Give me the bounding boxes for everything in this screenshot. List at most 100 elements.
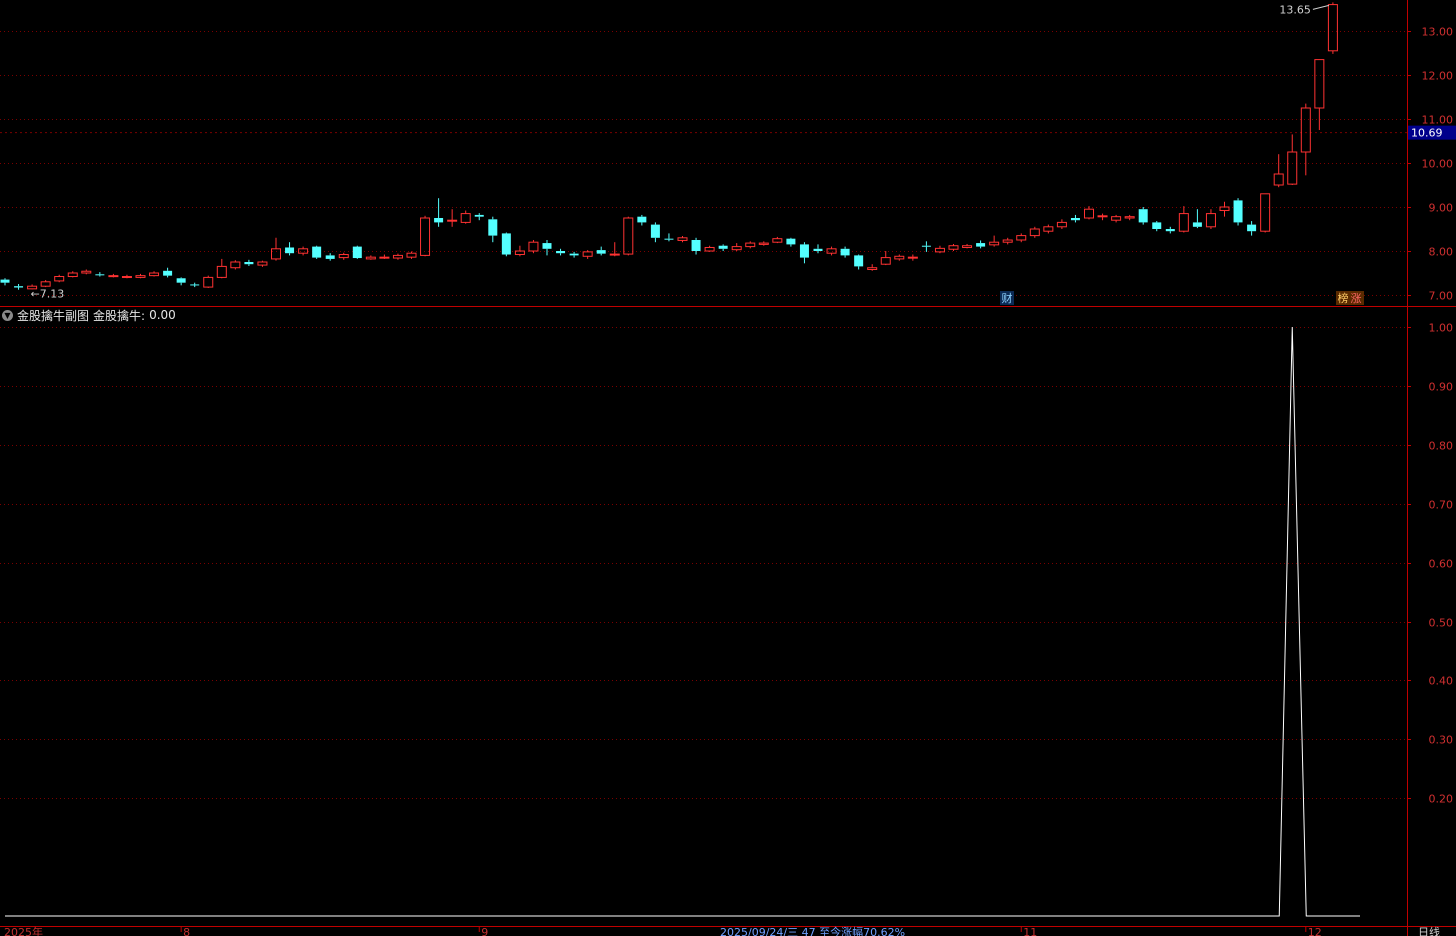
- candle[interactable]: [1138, 207, 1148, 225]
- candle[interactable]: [1233, 198, 1243, 226]
- candle[interactable]: [257, 260, 268, 267]
- candle[interactable]: [731, 243, 742, 251]
- candle[interactable]: [867, 264, 878, 271]
- candle[interactable]: [392, 253, 403, 260]
- candle[interactable]: [718, 244, 728, 251]
- candle[interactable]: [474, 213, 484, 221]
- candle[interactable]: [921, 241, 931, 252]
- candle[interactable]: [271, 237, 281, 261]
- candle[interactable]: [1056, 219, 1067, 229]
- candle[interactable]: [203, 275, 214, 288]
- candle[interactable]: [1097, 213, 1108, 221]
- candle[interactable]: [1124, 214, 1135, 221]
- candle[interactable]: [406, 251, 417, 259]
- candle[interactable]: [514, 245, 525, 257]
- candle[interactable]: [1247, 221, 1257, 236]
- candle[interactable]: [1192, 209, 1202, 229]
- period-label[interactable]: 日线: [1418, 925, 1440, 936]
- candle[interactable]: [934, 245, 945, 254]
- candle[interactable]: [1070, 214, 1080, 223]
- candle[interactable]: [1219, 201, 1230, 217]
- candle[interactable]: [338, 252, 349, 260]
- candle[interactable]: [1287, 134, 1298, 185]
- candle[interactable]: [312, 245, 322, 259]
- candle[interactable]: [880, 251, 891, 266]
- candle[interactable]: [799, 242, 809, 264]
- candle[interactable]: [1002, 237, 1013, 245]
- candle[interactable]: [840, 246, 850, 258]
- candle[interactable]: [1178, 206, 1189, 233]
- candle[interactable]: [244, 259, 254, 266]
- candle[interactable]: [1205, 209, 1216, 229]
- candle[interactable]: [135, 273, 146, 279]
- candle[interactable]: [637, 214, 647, 226]
- candle[interactable]: [542, 240, 552, 256]
- candle[interactable]: [1111, 214, 1122, 223]
- candle[interactable]: [1084, 206, 1094, 220]
- candle[interactable]: [1165, 226, 1175, 234]
- candle[interactable]: [664, 233, 674, 242]
- candle[interactable]: [447, 209, 458, 227]
- candle[interactable]: [528, 240, 539, 254]
- candle[interactable]: [582, 250, 593, 259]
- candle[interactable]: [163, 267, 173, 278]
- candle[interactable]: [298, 246, 309, 256]
- candle[interactable]: [230, 260, 241, 270]
- candle[interactable]: [894, 254, 905, 261]
- candle[interactable]: [365, 255, 376, 260]
- candle[interactable]: [596, 246, 606, 256]
- candle[interactable]: [95, 272, 105, 277]
- candle[interactable]: [962, 243, 973, 249]
- candle[interactable]: [40, 280, 51, 288]
- candle[interactable]: [677, 236, 688, 243]
- candle[interactable]: [149, 271, 160, 277]
- stock-chart[interactable]: 财 榜 涨 2025年 2025/09/24/三 47 至今涨幅70.62% 日…: [0, 0, 1456, 936]
- candle[interactable]: [1016, 233, 1027, 243]
- candle[interactable]: [81, 269, 92, 275]
- candle[interactable]: [745, 241, 756, 249]
- candle[interactable]: [854, 254, 864, 270]
- candle[interactable]: [434, 198, 444, 227]
- up-badge-text[interactable]: 涨: [1351, 292, 1362, 305]
- candle[interactable]: [907, 254, 918, 261]
- candle[interactable]: [14, 284, 24, 290]
- candle[interactable]: [420, 215, 431, 257]
- candle[interactable]: [488, 216, 498, 243]
- candle[interactable]: [352, 245, 362, 259]
- rank-badge-text[interactable]: 榜: [1338, 291, 1349, 305]
- candle[interactable]: [786, 237, 796, 247]
- candle[interactable]: [501, 232, 511, 257]
- candle[interactable]: [176, 277, 186, 286]
- candle[interactable]: [1043, 224, 1054, 234]
- candle[interactable]: [1300, 103, 1311, 176]
- candle[interactable]: [623, 216, 634, 256]
- candle[interactable]: [0, 278, 10, 286]
- candle[interactable]: [948, 243, 959, 251]
- chevron-down-icon[interactable]: ▼: [2, 309, 13, 321]
- candle[interactable]: [216, 258, 227, 279]
- candle[interactable]: [976, 240, 986, 249]
- candle[interactable]: [1152, 221, 1162, 232]
- candle[interactable]: [772, 236, 783, 244]
- candle[interactable]: [758, 241, 769, 246]
- candle[interactable]: [609, 242, 620, 257]
- fin-badge-text[interactable]: 财: [1002, 291, 1013, 305]
- candle[interactable]: [54, 274, 65, 283]
- candle[interactable]: [108, 273, 119, 278]
- candle[interactable]: [569, 251, 579, 258]
- candle[interactable]: [190, 282, 200, 288]
- candle[interactable]: [121, 274, 132, 279]
- candle[interactable]: [285, 242, 295, 256]
- candle[interactable]: [556, 248, 566, 256]
- candle[interactable]: [704, 245, 715, 252]
- candle[interactable]: [67, 271, 78, 278]
- candle[interactable]: [1327, 2, 1338, 54]
- candle[interactable]: [379, 254, 390, 259]
- indicator-name[interactable]: 金股擒牛副图: [17, 307, 89, 324]
- candle[interactable]: [691, 237, 701, 255]
- candle[interactable]: [325, 253, 335, 261]
- candle[interactable]: [650, 222, 660, 243]
- candle[interactable]: [989, 235, 1000, 247]
- candle[interactable]: [460, 210, 471, 224]
- candle[interactable]: [1260, 193, 1271, 233]
